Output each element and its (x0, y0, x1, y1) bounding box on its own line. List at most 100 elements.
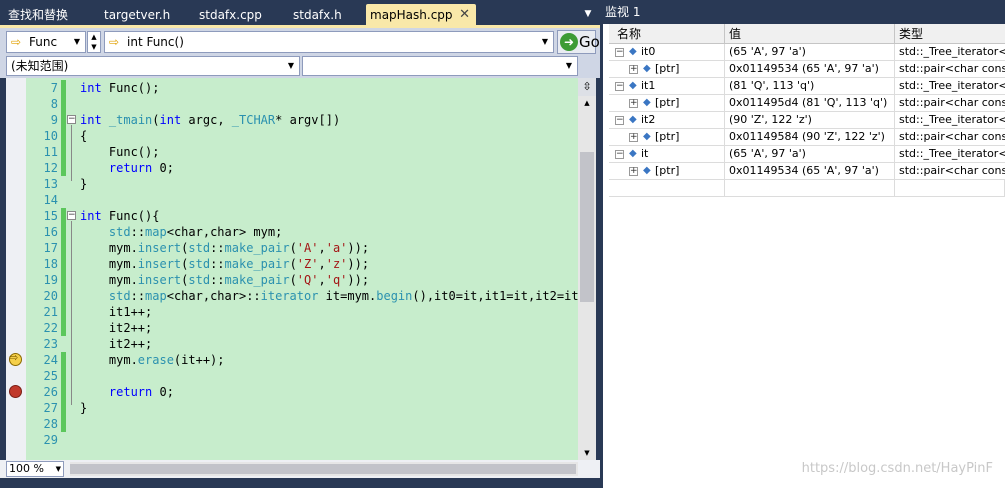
watch-name-cell[interactable]: + ◆ [ptr] (609, 163, 725, 179)
watch-row[interactable]: − ◆ it0 (65 'A', 97 'a') std::_Tree_iterator… (609, 44, 1005, 61)
tab-overflow-dropdown-icon[interactable]: ▼ (582, 8, 594, 20)
watch-name-cell[interactable]: + ◆ [ptr] (609, 61, 725, 77)
tab-label: mapHash.cpp (370, 8, 453, 22)
column-header-value[interactable]: 值 (725, 24, 895, 44)
code-line[interactable]: int _tmain(int argc, _TCHAR* argv[]) (80, 112, 340, 128)
code-line[interactable]: int Func(){ (80, 208, 159, 224)
watch-empty-cell[interactable] (609, 180, 725, 196)
spin-down-icon[interactable]: ▼ (88, 42, 100, 52)
code-line[interactable]: } (80, 400, 87, 416)
code-line[interactable]: std::map<char,char> mym; (80, 224, 282, 240)
collapse-node-icon[interactable]: − (615, 116, 624, 125)
go-button[interactable]: ➜ Go (557, 30, 600, 54)
watch-name-cell[interactable]: + ◆ [ptr] (609, 95, 725, 111)
change-tracking-bar (61, 208, 66, 336)
fold-guide-line (71, 125, 72, 181)
watch-value-cell[interactable]: (65 'A', 97 'a') (725, 44, 895, 60)
tab-stdafx-h[interactable]: stdafx.h (293, 4, 342, 26)
watch-name-cell[interactable]: − ◆ it2 (609, 112, 725, 128)
watch-grid[interactable]: − ◆ it0 (65 'A', 97 'a') std::_Tree_iterator… (609, 44, 1005, 488)
watch-name: it2 (641, 113, 656, 126)
member-combobox[interactable]: ⇨ int Func() ▼ (104, 31, 554, 53)
watch-row[interactable]: + ◆ [ptr] 0x01149534 (65 'A', 97 'a') std::p… (609, 163, 1005, 180)
code-line[interactable]: mym.insert(std::make_pair('Q','q')); (80, 272, 369, 288)
code-line[interactable]: Func(); (80, 144, 160, 160)
code-line[interactable]: it1++; (80, 304, 152, 320)
zoom-combobox[interactable]: 100 % ▼ (6, 461, 64, 477)
scope-spinner[interactable]: ▲ ▼ (87, 31, 101, 53)
code-text-area[interactable]: 7 int Func(); 8 9 int _tmain(int argc, _TCHA… (6, 78, 578, 460)
split-window-icon[interactable]: ⇳ (578, 78, 596, 96)
code-line[interactable]: it2++; (80, 336, 152, 352)
code-line[interactable]: return 0; (80, 160, 174, 176)
watch-name-cell[interactable]: − ◆ it0 (609, 44, 725, 60)
watch-value-cell[interactable]: (65 'A', 97 'a') (725, 146, 895, 162)
watch-row[interactable]: − ◆ it (65 'A', 97 'a') std::_Tree_iterator<… (609, 146, 1005, 163)
spin-up-icon[interactable]: ▲ (88, 32, 100, 42)
column-header-type[interactable]: 类型 (895, 24, 1005, 44)
watch-row[interactable]: − ◆ it2 (90 'Z', 122 'z') std::_Tree_iterato… (609, 112, 1005, 129)
expand-node-icon[interactable]: + (629, 65, 638, 74)
watch-row[interactable]: + ◆ [ptr] 0x011495d4 (81 'Q', 113 'q') std::… (609, 95, 1005, 112)
watch-empty-cell[interactable] (725, 180, 895, 196)
vertical-scrollbar[interactable]: ⇳ ▲ ▼ (578, 78, 596, 460)
watch-value-cell[interactable]: 0x011495d4 (81 'Q', 113 'q') (725, 95, 895, 111)
code-line[interactable]: mym.insert(std::make_pair('A','a')); (80, 240, 369, 256)
collapse-node-icon[interactable]: − (615, 82, 624, 91)
watch-row[interactable]: + ◆ [ptr] 0x01149534 (65 'A', 97 'a') std::p… (609, 61, 1005, 78)
horizontal-scrollbar[interactable] (70, 462, 578, 476)
watch-name-cell[interactable]: − ◆ it (609, 146, 725, 162)
collapse-region-icon[interactable]: − (67, 211, 76, 220)
line-number: 10 (43, 129, 58, 143)
tab-targetver-h[interactable]: targetver.h (104, 4, 170, 26)
watch-row[interactable]: − ◆ it1 (81 'Q', 113 'q') std::_Tree_iterato… (609, 78, 1005, 95)
watch-value-cell[interactable]: 0x01149584 (90 'Z', 122 'z') (725, 129, 895, 145)
watch-value-cell[interactable]: 0x01149534 (65 'A', 97 'a') (725, 163, 895, 179)
watch-window-title[interactable]: 监视 1 (603, 0, 1005, 24)
watch-empty-cell[interactable] (895, 180, 1005, 196)
watch-name-cell[interactable]: − ◆ it1 (609, 78, 725, 94)
column-header-name[interactable]: 名称 (609, 24, 725, 44)
code-line[interactable]: return 0; (80, 384, 174, 400)
watch-name: [ptr] (655, 164, 680, 177)
tab-find-replace[interactable]: 查找和替换 (8, 4, 68, 26)
indicator-margin[interactable] (6, 78, 26, 460)
collapse-region-icon[interactable]: − (67, 115, 76, 124)
code-line[interactable]: std::map<char,char>::iterator it=mym.beg… (80, 288, 578, 304)
current-statement-arrow-icon[interactable] (9, 351, 22, 366)
expand-node-icon[interactable]: + (629, 167, 638, 176)
scroll-up-icon[interactable]: ▲ (578, 96, 596, 110)
change-tracking-bar (61, 352, 66, 432)
watch-value-cell[interactable]: (90 'Z', 122 'z') (725, 112, 895, 128)
collapse-node-icon[interactable]: − (615, 48, 624, 57)
scope-combobox[interactable]: ⇨ Func ▼ (6, 31, 86, 53)
watch-value-cell[interactable]: (81 'Q', 113 'q') (725, 78, 895, 94)
code-line[interactable]: { (80, 128, 87, 144)
code-line[interactable]: mym.erase(it++); (80, 352, 225, 368)
range-combobox[interactable]: (未知范围) ▼ (6, 56, 300, 76)
tab-stdafx-cpp[interactable]: stdafx.cpp (199, 4, 262, 26)
code-line[interactable]: } (80, 176, 87, 192)
variable-icon: ◆ (629, 80, 637, 91)
code-line[interactable]: it2++; (80, 320, 152, 336)
expand-node-icon[interactable]: + (629, 133, 638, 142)
variable-icon: ◆ (629, 148, 637, 159)
horizontal-scroll-thumb[interactable] (70, 464, 576, 474)
line-number: 14 (43, 193, 58, 207)
line-number: 7 (50, 81, 58, 95)
ide-window: 查找和替换 targetver.h stdafx.cpp stdafx.h ma… (0, 0, 1005, 488)
watch-row[interactable]: + ◆ [ptr] 0x01149584 (90 'Z', 122 'z') std::… (609, 129, 1005, 146)
tab-maphash-cpp[interactable]: mapHash.cpp ✕ (366, 4, 476, 26)
secondary-range-combobox[interactable]: ▼ (302, 56, 578, 76)
code-line[interactable]: mym.insert(std::make_pair('Z','z')); (80, 256, 369, 272)
code-line[interactable]: int Func(); (80, 80, 159, 96)
breakpoint-icon[interactable] (9, 385, 22, 398)
watch-empty-row[interactable] (609, 180, 1005, 197)
watch-name-cell[interactable]: + ◆ [ptr] (609, 129, 725, 145)
scroll-down-icon[interactable]: ▼ (578, 446, 596, 460)
vertical-scroll-thumb[interactable] (580, 152, 594, 302)
expand-node-icon[interactable]: + (629, 99, 638, 108)
close-tab-icon[interactable]: ✕ (459, 4, 470, 26)
watch-value-cell[interactable]: 0x01149534 (65 'A', 97 'a') (725, 61, 895, 77)
collapse-node-icon[interactable]: − (615, 150, 624, 159)
